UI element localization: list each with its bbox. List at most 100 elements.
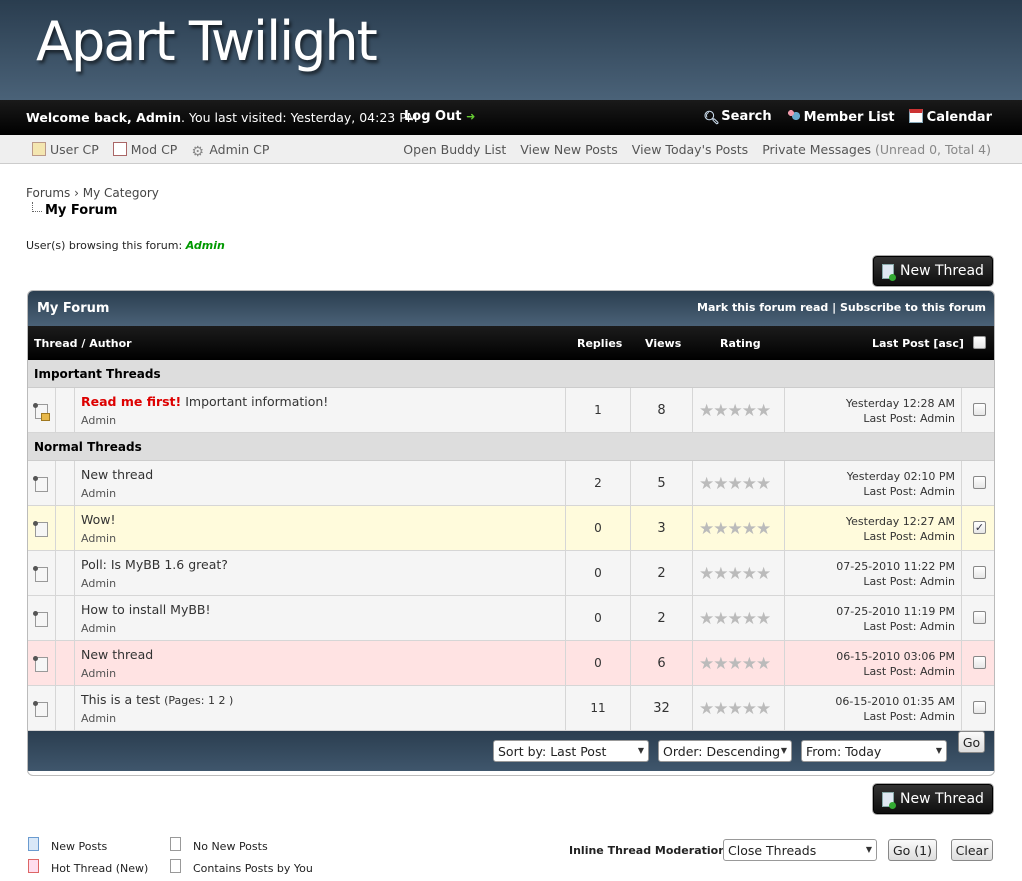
thread-title-link[interactable]: How to install MyBB! [81, 602, 211, 617]
user-cp-link[interactable]: User CP [32, 142, 99, 159]
replies-count[interactable]: 0 [566, 506, 631, 550]
table-row: Poll: Is MyBB 1.6 great? Admin 0 2 ★★★★★ … [28, 551, 994, 596]
thread-author[interactable]: Admin [81, 414, 116, 427]
last-post-author[interactable]: Last Post: Admin [785, 484, 955, 499]
moderation-go-button[interactable]: Go (1) [888, 839, 937, 861]
browsing-label: User(s) browsing this forum: [26, 239, 186, 252]
thread-author[interactable]: Admin [81, 487, 116, 500]
replies-count[interactable]: 0 [566, 551, 631, 595]
search-link[interactable]: 🔍︎Search [703, 109, 771, 126]
private-messages-link[interactable]: Private Messages (Unread 0, Total 4) [762, 142, 991, 157]
mark-read-link[interactable]: Mark this forum read [697, 301, 828, 314]
date-range-select[interactable]: From: Today [801, 740, 947, 762]
sort-go-button[interactable]: Go [958, 731, 985, 753]
rating-stars[interactable]: ★★★★★ [699, 654, 771, 674]
thread-title-link[interactable]: Wow! [81, 512, 116, 527]
row-checkbox-cell: ✓ [962, 506, 994, 550]
new-thread-button-bottom[interactable]: New Thread [873, 784, 993, 814]
welcome-username[interactable]: Admin [136, 110, 181, 125]
new-thread-button-top[interactable]: New Thread [873, 256, 993, 286]
sort-by-select[interactable]: Sort by: Last Post [493, 740, 649, 762]
thread-author[interactable]: Admin [81, 712, 116, 725]
thread-checkbox[interactable] [973, 701, 986, 714]
row-prefix-cell [56, 388, 75, 432]
thread-pages[interactable]: (Pages: 1 2 ) [164, 694, 233, 707]
header-divider: | [832, 301, 837, 314]
thread-author[interactable]: Admin [81, 532, 116, 545]
thread-checkbox[interactable] [973, 476, 986, 489]
order-select[interactable]: Order: Descending [658, 740, 792, 762]
rating-stars[interactable]: ★★★★★ [699, 519, 771, 539]
breadcrumb-forums[interactable]: Forums [26, 186, 70, 200]
col-thread[interactable]: Thread / Author [34, 337, 132, 350]
admin-cp-link[interactable]: ⚙ Admin CP [191, 142, 269, 159]
new-posts-link[interactable]: View New Posts [520, 142, 618, 157]
rating-stars[interactable]: ★★★★★ [699, 401, 771, 421]
last-post-author[interactable]: Last Post: Admin [785, 574, 955, 589]
moderation-select[interactable]: Close Threads [723, 839, 877, 861]
section-normal: Normal Threads [28, 433, 994, 461]
arrow-right-icon: ➜ [466, 110, 476, 123]
col-rating[interactable]: Rating [720, 337, 761, 350]
thread-checkbox[interactable] [973, 566, 986, 579]
tree-branch-icon [32, 202, 42, 212]
last-post-author[interactable]: Last Post: Admin [785, 411, 955, 426]
last-post-author[interactable]: Last Post: Admin [785, 529, 955, 544]
section-important: Important Threads [28, 360, 994, 388]
col-views[interactable]: Views [645, 337, 681, 350]
hot-thread-icon [28, 859, 39, 873]
col-last-post[interactable]: Last Post [asc] [872, 337, 964, 350]
last-post-date[interactable]: Yesterday 12:28 AM [785, 396, 955, 411]
thread-title-link[interactable]: This is a test [81, 692, 160, 707]
thread-subject: This is a test (Pages: 1 2 ) [81, 692, 233, 707]
logout-link[interactable]: Log Out ➜ [404, 109, 475, 124]
thread-title-link[interactable]: New thread [81, 467, 153, 482]
rating-stars[interactable]: ★★★★★ [699, 609, 771, 629]
last-post-date[interactable]: 06-15-2010 03:06 PM [785, 649, 955, 664]
row-icon-cell [28, 641, 56, 685]
mod-cp-link[interactable]: Mod CP [112, 142, 177, 159]
thread-title-link[interactable]: Read me first! [81, 394, 181, 409]
rating-stars[interactable]: ★★★★★ [699, 699, 771, 719]
thread-author[interactable]: Admin [81, 667, 116, 680]
thread-author[interactable]: Admin [81, 622, 116, 635]
browsing-user[interactable]: Admin [186, 239, 225, 252]
calendar-link[interactable]: Calendar [908, 109, 992, 125]
breadcrumb-category[interactable]: My Category [83, 186, 159, 200]
replies-count[interactable]: 1 [566, 388, 631, 432]
rating-stars[interactable]: ★★★★★ [699, 474, 771, 494]
last-post-date[interactable]: 07-25-2010 11:22 PM [785, 559, 955, 574]
row-checkbox-cell [962, 388, 994, 432]
last-visit-text: . You last visited: Yesterday, 04:23 PM [181, 110, 418, 125]
last-post-author[interactable]: Last Post: Admin [785, 619, 955, 634]
last-post-date[interactable]: 07-25-2010 11:19 PM [785, 604, 955, 619]
thread-title-link[interactable]: New thread [81, 647, 153, 662]
rating-stars[interactable]: ★★★★★ [699, 564, 771, 584]
buddy-list-link[interactable]: Open Buddy List [403, 142, 506, 157]
member-list-link[interactable]: Member List [785, 109, 895, 125]
last-post-date[interactable]: Yesterday 12:27 AM [785, 514, 955, 529]
last-post-author[interactable]: Last Post: Admin [785, 709, 955, 724]
replies-count[interactable]: 2 [566, 461, 631, 505]
col-replies[interactable]: Replies [577, 337, 622, 350]
last-post-cell: 07-25-2010 11:22 PM Last Post: Admin [785, 551, 962, 595]
todays-posts-link[interactable]: View Today's Posts [632, 142, 748, 157]
site-logo[interactable]: Apart Twilight [36, 10, 378, 73]
select-all-checkbox[interactable] [973, 336, 986, 349]
moderation-clear-button[interactable]: Clear [951, 839, 993, 861]
replies-count[interactable]: 11 [566, 686, 631, 730]
thread-author[interactable]: Admin [81, 577, 116, 590]
replies-count[interactable]: 0 [566, 641, 631, 685]
last-post-date[interactable]: 06-15-2010 01:35 AM [785, 694, 955, 709]
last-post-author[interactable]: Last Post: Admin [785, 664, 955, 679]
thread-checkbox[interactable] [973, 656, 986, 669]
thread-title-link[interactable]: Poll: Is MyBB 1.6 great? [81, 557, 228, 572]
last-post-date[interactable]: Yesterday 02:10 PM [785, 469, 955, 484]
subscribe-link[interactable]: Subscribe to this forum [840, 301, 986, 314]
calendar-icon [908, 109, 923, 123]
users-icon [785, 109, 800, 123]
thread-checkbox[interactable] [973, 403, 986, 416]
replies-count[interactable]: 0 [566, 596, 631, 640]
thread-checkbox[interactable] [973, 611, 986, 624]
thread-checkbox[interactable]: ✓ [973, 521, 986, 534]
